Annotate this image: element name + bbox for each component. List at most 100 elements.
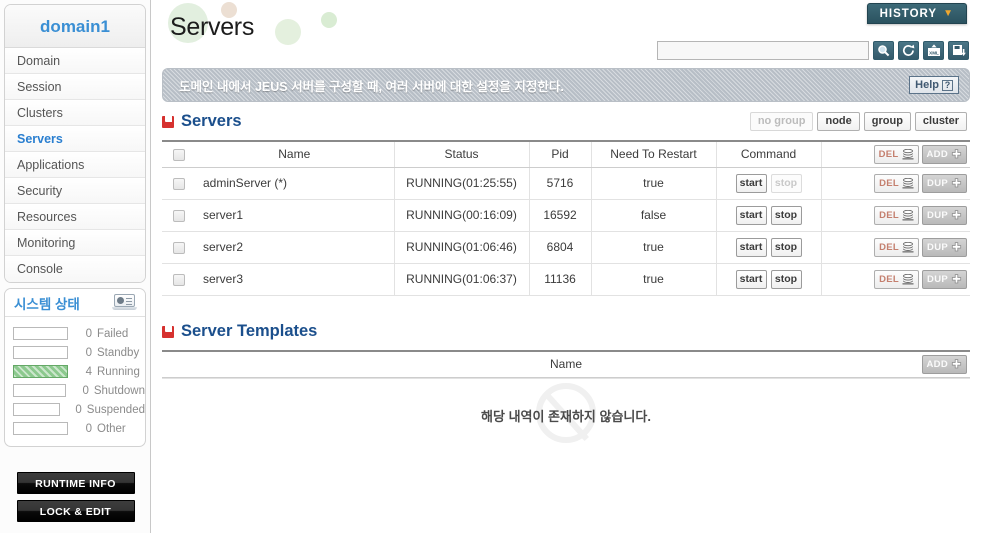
sidebar-item-resources[interactable]: Resources (5, 204, 145, 230)
section-marker-icon (162, 114, 174, 128)
cell-actions: DEL DUP (821, 263, 970, 296)
servers-title-text: Servers (181, 112, 242, 130)
status-count: 0 (85, 346, 92, 359)
group-filter-buttons: no group node group cluster (749, 112, 967, 131)
column-header-need-to-restart: Need To Restart (591, 140, 717, 168)
cell-name: adminServer (*) (195, 167, 395, 200)
main-content: Servers HISTORY ▼ XML 도메인 내에서 JEUS 서버를 구… (151, 0, 981, 533)
stop-button[interactable]: stop (770, 269, 802, 289)
sidebar-item-monitoring[interactable]: Monitoring (5, 230, 145, 256)
start-button[interactable]: start (735, 237, 767, 257)
row-checkbox[interactable] (172, 241, 185, 254)
select-all-checkbox[interactable] (172, 149, 185, 162)
table-row: adminServer (*) RUNNING(01:25:55) 5716 true… (162, 167, 970, 200)
cell-pid: 16592 (529, 199, 592, 232)
servers-header-actions-cell: DEL ADD (821, 140, 970, 168)
column-header-pid: Pid (529, 140, 592, 168)
del-button-label: DEL (879, 241, 900, 253)
del-button[interactable]: DEL (874, 173, 920, 193)
domain-title: domain1 (5, 5, 145, 48)
stop-button[interactable]: stop (770, 173, 802, 193)
dup-button[interactable]: DUP (922, 237, 967, 257)
status-label: Other (97, 422, 126, 435)
sidebar-item-security[interactable]: Security (5, 178, 145, 204)
sidebar-item-domain[interactable]: Domain (5, 48, 145, 74)
stop-button[interactable]: stop (770, 205, 802, 225)
del-button[interactable]: DEL (874, 237, 920, 257)
page-title: Servers (170, 13, 255, 41)
cell-actions: DEL DUP (821, 231, 970, 264)
svg-text:XML: XML (929, 50, 939, 55)
plus-icon (951, 241, 962, 251)
lock-edit-button[interactable]: LOCK & EDIT (16, 500, 135, 522)
dup-button-label: DUP (927, 177, 948, 189)
row-checkbox[interactable] (172, 209, 185, 222)
jeus-admin-console: domain1 Domain Session Clusters Servers Appl… (0, 0, 981, 533)
cell-command: start stop (716, 263, 822, 296)
sidebar-item-session[interactable]: Session (5, 74, 145, 100)
cell-status: RUNNING(01:25:55) (394, 167, 530, 200)
templates-header-actions: ADD (865, 354, 967, 374)
row-select-cell (162, 263, 195, 296)
servers-header-actions: DEL ADD (822, 144, 967, 164)
start-button[interactable]: start (735, 205, 767, 225)
status-bar (13, 365, 68, 378)
cell-status: RUNNING(01:06:37) (394, 263, 530, 296)
del-button[interactable]: DEL (873, 144, 919, 164)
refresh-icon[interactable] (898, 41, 919, 60)
dup-button[interactable]: DUP (922, 173, 967, 193)
sidebar-item-console[interactable]: Console (5, 256, 145, 282)
cell-actions: DEL DUP (821, 167, 970, 200)
del-button[interactable]: DEL (874, 269, 920, 289)
del-button[interactable]: DEL (874, 205, 920, 225)
column-header-command: Command (716, 140, 822, 168)
help-button[interactable]: Help ? (909, 76, 959, 94)
plus-icon (951, 209, 962, 219)
group-filter-no-group[interactable]: no group (749, 112, 814, 131)
templates-section-title: Server Templates (162, 322, 317, 341)
cell-need-to-restart: true (591, 263, 717, 296)
del-button-label: DEL (878, 148, 899, 160)
runtime-info-button[interactable]: RUNTIME INFO (16, 472, 135, 494)
row-checkbox[interactable] (172, 177, 185, 190)
group-filter-cluster[interactable]: cluster (914, 112, 967, 131)
servers-table-body: adminServer (*) RUNNING(01:25:55) 5716 true… (162, 167, 970, 296)
row-checkbox[interactable] (172, 273, 185, 286)
add-button[interactable]: ADD (921, 144, 967, 164)
dup-button[interactable]: DUP (922, 269, 967, 289)
stack-delete-icon (902, 273, 914, 285)
templates-table: Name ADD (162, 350, 970, 378)
group-filter-group[interactable]: group (863, 112, 911, 131)
group-filter-node[interactable]: node (817, 112, 860, 131)
sidebar: domain1 Domain Session Clusters Servers Appl… (0, 0, 151, 533)
status-row: 0 Standby (5, 343, 145, 362)
search-toolbar: XML (657, 41, 969, 60)
status-count: 0 (75, 403, 82, 416)
status-count: 4 (85, 365, 92, 378)
page-header: Servers HISTORY ▼ XML (151, 0, 981, 64)
system-status-title: 시스템 상태 (14, 296, 80, 312)
start-button[interactable]: start (735, 173, 767, 193)
cell-name: server1 (195, 199, 395, 232)
start-button[interactable]: start (735, 269, 767, 289)
servers-section: Servers no group node group cluster Name St… (162, 112, 970, 296)
status-count: 0 (82, 384, 89, 397)
dup-button[interactable]: DUP (922, 205, 967, 225)
save-export-icon[interactable] (948, 41, 969, 60)
sidebar-item-servers[interactable]: Servers (5, 126, 145, 152)
templates-title-text: Server Templates (181, 322, 318, 340)
xml-export-icon[interactable]: XML (923, 41, 944, 60)
cell-command: start stop (716, 199, 822, 232)
cell-need-to-restart: false (591, 199, 717, 232)
history-button[interactable]: HISTORY ▼ (866, 3, 967, 24)
status-row: 0 Other (5, 419, 145, 438)
stop-button[interactable]: stop (770, 237, 802, 257)
plus-icon (951, 273, 962, 283)
sidebar-item-applications[interactable]: Applications (5, 152, 145, 178)
add-button[interactable]: ADD (921, 354, 967, 374)
search-icon[interactable] (873, 41, 894, 60)
sidebar-item-clusters[interactable]: Clusters (5, 100, 145, 126)
history-button-label: HISTORY (879, 7, 938, 20)
search-input[interactable] (657, 41, 869, 60)
table-row: server1 RUNNING(00:16:09) 16592 false start s… (162, 199, 970, 232)
